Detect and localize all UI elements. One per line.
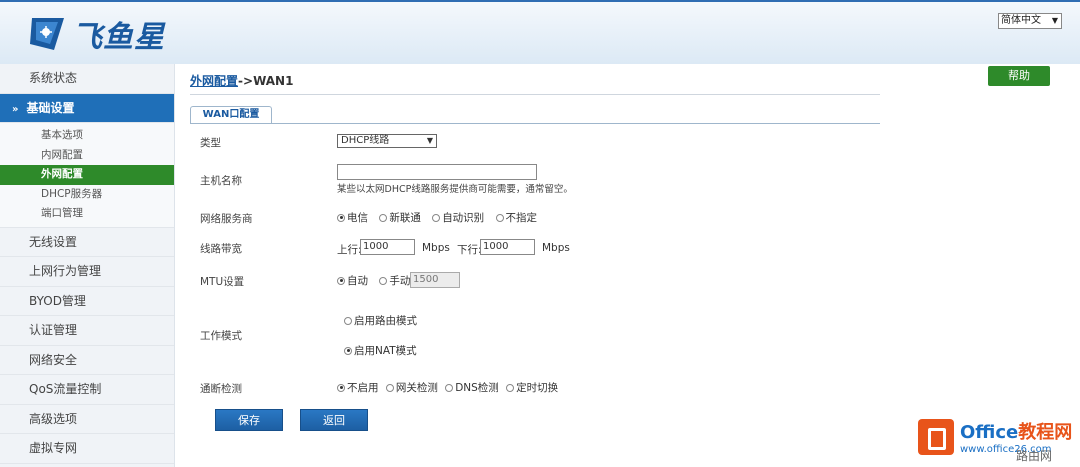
radio-selected-icon [337, 383, 345, 392]
sidebar-item-advanced[interactable]: 高级选项 [0, 405, 174, 434]
detect-radio-timed[interactable]: 定时切换 [506, 380, 558, 395]
sidebar-submenu: 基本选项 内网配置 外网配置 DHCP服务器 端口管理 [0, 123, 174, 228]
detect-radio-off[interactable]: 不启用 [337, 380, 379, 395]
radio-icon [445, 383, 454, 392]
radio-icon [506, 383, 515, 392]
mtu-input[interactable]: 1500 [410, 272, 460, 288]
radio-icon [385, 383, 394, 392]
isp-radio-unicom[interactable]: 新联通 [379, 210, 421, 225]
download-unit: Mbps [542, 242, 570, 254]
sidebar-item-security[interactable]: 网络安全 [0, 346, 174, 375]
sidebar-subitem-wan-config[interactable]: 外网配置 [0, 165, 174, 185]
sidebar-item-qos[interactable]: QoS流量控制 [0, 375, 174, 405]
radio-icon [344, 316, 352, 325]
isp-label: 网络服务商 [200, 213, 253, 225]
help-button[interactable]: 帮助 [988, 66, 1050, 86]
radio-icon [379, 276, 388, 285]
download-label: 下行: [457, 244, 482, 256]
upload-unit: Mbps [422, 242, 450, 254]
hostname-input[interactable] [337, 164, 537, 180]
download-input[interactable]: 1000 [480, 239, 535, 255]
sidebar-item-wireless[interactable]: 无线设置 [0, 228, 174, 257]
radio-icon [379, 213, 388, 222]
sidebar-subitem-dhcp-server[interactable]: DHCP服务器 [0, 185, 174, 205]
detect-label: 通断检测 [200, 383, 242, 395]
language-value: 简体中文 [1001, 15, 1041, 26]
radio-selected-icon [344, 346, 352, 355]
mtu-radio-group: 自动 手动 [337, 273, 410, 288]
sidebar-item-vpn[interactable]: 虚拟专网 [0, 434, 174, 464]
work-mode-label: 工作模式 [200, 330, 242, 342]
tab-divider [190, 123, 880, 124]
breadcrumb-link[interactable]: 外网配置 [190, 74, 238, 88]
save-button[interactable]: 保存 [215, 409, 283, 431]
breadcrumb-current: WAN1 [253, 74, 294, 88]
isp-radio-telecom[interactable]: 电信 [337, 210, 368, 225]
radio-selected-icon [337, 276, 345, 285]
watermark-title: Office教程网 [960, 422, 1073, 443]
mtu-radio-manual[interactable]: 手动 [379, 273, 410, 288]
detect-radio-dns[interactable]: DNS检测 [445, 380, 499, 395]
mode-radio-nat[interactable]: 启用NAT模式 [344, 343, 425, 358]
sidebar-subitem-lan-config[interactable]: 内网配置 [0, 146, 174, 166]
hostname-hint: 某些以太网DHCP线路服务提供商可能需要，通常留空。 [337, 184, 573, 195]
dropdown-arrow-icon: ▼ [1051, 16, 1058, 25]
detect-radio-gateway[interactable]: 网关检测 [385, 380, 438, 395]
divider [190, 94, 880, 95]
logo-icon [28, 14, 68, 54]
sidebar-item-byod[interactable]: BYOD管理 [0, 287, 174, 316]
breadcrumb: 外网配置->WAN1 [190, 72, 293, 89]
type-select[interactable]: DHCP线路 ▼ [337, 134, 437, 148]
bandwidth-label: 线路带宽 [200, 243, 242, 255]
sidebar-subitem-basic-options[interactable]: 基本选项 [0, 126, 174, 146]
sidebar: 系统状态 » 基础设置 基本选项 内网配置 外网配置 DHCP服务器 端口管理 无… [0, 64, 175, 467]
upload-label: 上行: [337, 244, 362, 256]
breadcrumb-separator: -> [238, 74, 254, 88]
language-select[interactable]: 简体中文 ▼ [998, 13, 1062, 29]
chevron-double-down-icon: » [12, 103, 19, 115]
sidebar-item-behavior-management[interactable]: 上网行为管理 [0, 257, 174, 287]
type-select-value: DHCP线路 [341, 135, 390, 146]
isp-radio-auto[interactable]: 自动识别 [432, 210, 484, 225]
sidebar-item-system-status[interactable]: 系统状态 [0, 64, 174, 94]
sidebar-item-basic-settings[interactable]: » 基础设置 [0, 93, 174, 123]
mtu-radio-auto[interactable]: 自动 [337, 273, 368, 288]
watermark-corner: 路由网 [1016, 449, 1053, 463]
type-label: 类型 [200, 137, 221, 149]
mtu-label: MTU设置 [200, 276, 245, 288]
radio-selected-icon [337, 213, 345, 222]
tab-wan-config[interactable]: WAN口配置 [190, 106, 272, 123]
top-header: 飞鱼星 简体中文 ▼ [0, 0, 1080, 64]
sidebar-item-auth[interactable]: 认证管理 [0, 316, 174, 346]
sidebar-subitem-port-management[interactable]: 端口管理 [0, 204, 174, 224]
brand-logo: 飞鱼星 [28, 12, 165, 56]
mode-radio-router[interactable]: 启用路由模式 [344, 313, 425, 328]
radio-icon [495, 213, 504, 222]
isp-radio-group: 电信 新联通 自动识别 不指定 [337, 210, 545, 225]
detect-radio-group: 不启用 网关检测 DNS检测 定时切换 [337, 380, 566, 395]
dropdown-arrow-icon: ▼ [426, 136, 433, 145]
isp-radio-none[interactable]: 不指定 [495, 210, 537, 225]
radio-icon [432, 213, 441, 222]
office-logo-icon [918, 418, 954, 455]
back-button[interactable]: 返回 [300, 409, 368, 431]
logo-text: 飞鱼星 [72, 20, 165, 55]
upload-input[interactable]: 1000 [360, 239, 415, 255]
hostname-label: 主机名称 [200, 175, 242, 187]
